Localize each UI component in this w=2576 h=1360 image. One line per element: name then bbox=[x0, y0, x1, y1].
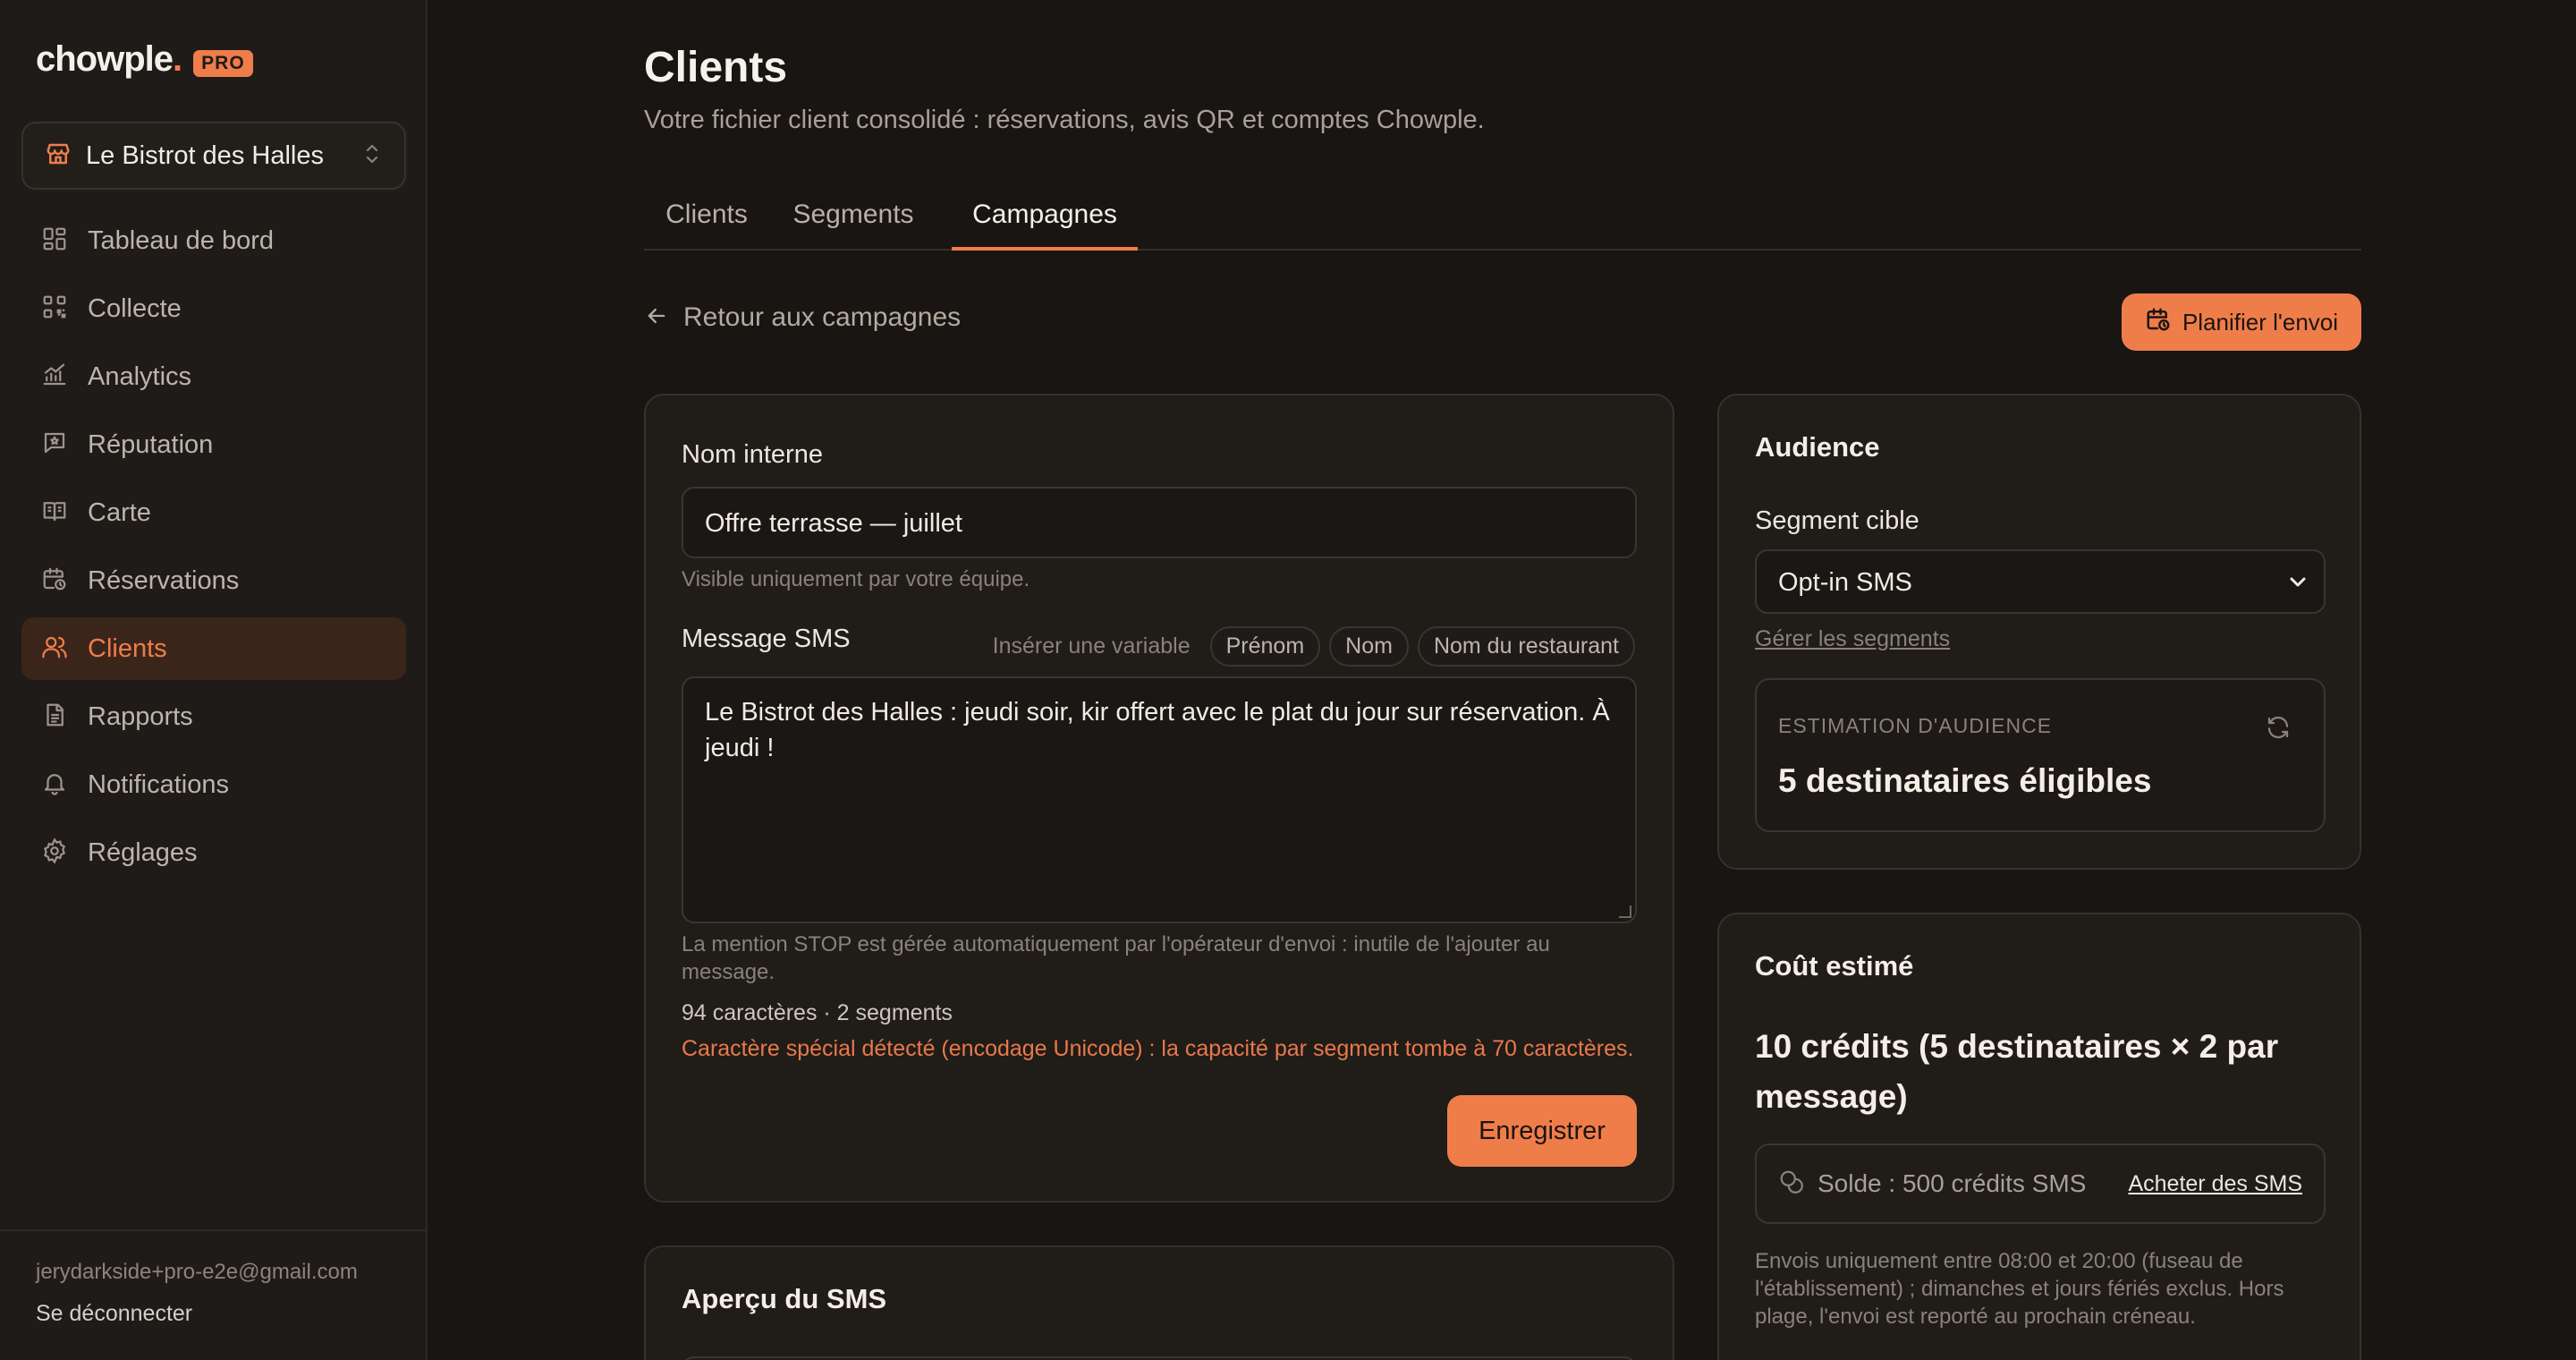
sidebar-item-label: Clients bbox=[88, 633, 167, 663]
sms-preview-title: Aperçu du SMS bbox=[682, 1283, 887, 1314]
tab-segments[interactable]: Segments bbox=[782, 175, 925, 251]
sms-balance-box: Solde : 500 crédits SMS Acheter des SMS bbox=[1755, 1143, 2326, 1224]
pro-badge: PRO bbox=[193, 49, 253, 77]
user-email: jerydarkside+pro-e2e@gmail.com bbox=[36, 1260, 358, 1284]
venue-name: Le Bistrot des Halles bbox=[86, 140, 324, 170]
gear-icon bbox=[41, 837, 68, 869]
sidebar-item-label: Réglages bbox=[88, 837, 198, 867]
sidebar-item-label: Analytics bbox=[88, 361, 192, 391]
audience-estimate-box: ESTIMATION D'AUDIENCE 5 destinataires él… bbox=[1755, 678, 2326, 832]
qr-code-icon bbox=[41, 293, 68, 325]
sidebar-item-collecte[interactable]: Collecte bbox=[21, 277, 406, 340]
sms-message-text: Le Bistrot des Halles : jeudi soir, kir … bbox=[705, 698, 1610, 762]
audience-title: Audience bbox=[1755, 431, 1880, 463]
page-title: Clients bbox=[644, 44, 788, 91]
refresh-icon[interactable] bbox=[2265, 714, 2292, 745]
back-to-campaigns-link[interactable]: Retour aux campagnes bbox=[644, 302, 961, 333]
brand-name: chowple bbox=[36, 39, 174, 79]
estimated-cost-value: 10 crédits (5 destinataires × 2 par mess… bbox=[1755, 1028, 2279, 1115]
bell-icon bbox=[41, 769, 68, 801]
store-icon bbox=[45, 140, 72, 172]
resize-handle-icon[interactable] bbox=[1619, 905, 1631, 918]
chevron-up-down-icon bbox=[361, 141, 383, 171]
unicode-warning: Caractère spécial détecté (encodage Unic… bbox=[682, 1036, 1634, 1061]
sms-preview-card: Aperçu du SMS bbox=[644, 1245, 1674, 1360]
audience-estimate-value: 5 destinataires éligibles bbox=[1778, 762, 2152, 799]
sidebar-nav: Tableau de bord Collecte Analytics Réput… bbox=[21, 209, 406, 889]
sidebar: chowple. PRO Le Bistrot des Halles Table… bbox=[0, 0, 428, 1360]
chart-icon bbox=[41, 361, 68, 393]
sidebar-item-label: Collecte bbox=[88, 293, 182, 323]
tab-clients[interactable]: Clients bbox=[644, 175, 769, 251]
sidebar-item-label: Rapports bbox=[88, 701, 193, 731]
menu-book-icon bbox=[41, 497, 68, 529]
coins-icon bbox=[1778, 1169, 1805, 1200]
schedule-send-button[interactable]: Planifier l'envoi bbox=[2122, 293, 2361, 351]
stop-mention-help: La mention STOP est gérée automatiquemen… bbox=[682, 932, 1550, 984]
brand-logo[interactable]: chowple. PRO bbox=[36, 39, 253, 80]
calendar-clock-icon bbox=[41, 565, 68, 597]
sms-balance-text: Solde : 500 crédits SMS bbox=[1818, 1169, 2087, 1197]
sidebar-item-reglages[interactable]: Réglages bbox=[21, 821, 406, 884]
variable-chip-prenom[interactable]: Prénom bbox=[1209, 626, 1321, 667]
audience-card: Audience Segment cible Opt-in SMS Gérer … bbox=[1717, 394, 2361, 870]
variable-chip-nom[interactable]: Nom bbox=[1329, 626, 1409, 667]
tab-bar: Clients Segments Campagnes bbox=[644, 175, 2361, 251]
sidebar-item-label: Réservations bbox=[88, 565, 240, 595]
insert-variable-label: Insérer une variable bbox=[992, 633, 1191, 659]
page-subtitle: Votre fichier client consolidé : réserva… bbox=[644, 106, 1485, 134]
message-star-icon bbox=[41, 429, 68, 461]
sidebar-footer: jerydarkside+pro-e2e@gmail.com Se déconn… bbox=[0, 1229, 426, 1356]
sidebar-item-tableau-de-bord[interactable]: Tableau de bord bbox=[21, 209, 406, 272]
back-link-label: Retour aux campagnes bbox=[683, 302, 962, 332]
sending-window-note: Envois uniquement entre 08:00 et 20:00 (… bbox=[1755, 1249, 2284, 1329]
sms-preview-box bbox=[682, 1356, 1637, 1360]
save-button[interactable]: Enregistrer bbox=[1447, 1095, 1637, 1167]
target-segment-value: Opt-in SMS bbox=[1778, 568, 1912, 597]
variable-chip-restaurant[interactable]: Nom du restaurant bbox=[1417, 626, 1635, 667]
sidebar-item-carte[interactable]: Carte bbox=[21, 481, 406, 544]
estimated-cost-card: Coût estimé 10 crédits (5 destinataires … bbox=[1717, 913, 2361, 1360]
calendar-clock-icon bbox=[2145, 306, 2172, 339]
character-counter: 94 caractères · 2 segments bbox=[682, 1000, 953, 1025]
chevron-down-icon bbox=[2288, 551, 2308, 639]
dashboard-icon bbox=[41, 225, 68, 257]
arrow-left-icon bbox=[644, 303, 669, 333]
internal-name-help: Visible uniquement par votre équipe. bbox=[682, 567, 1030, 591]
insert-variable-row: Insérer une variable Prénom Nom Nom du r… bbox=[993, 626, 1635, 667]
sidebar-item-notifications[interactable]: Notifications bbox=[21, 753, 406, 816]
sidebar-item-clients[interactable]: Clients bbox=[21, 617, 406, 680]
sidebar-item-label: Tableau de bord bbox=[88, 225, 274, 255]
target-segment-label: Segment cible bbox=[1755, 506, 1919, 535]
sidebar-item-reputation[interactable]: Réputation bbox=[21, 413, 406, 476]
schedule-send-label: Planifier l'envoi bbox=[2182, 308, 2339, 336]
sms-message-label: Message SMS bbox=[682, 625, 851, 653]
internal-name-input[interactable]: Offre terrasse — juillet bbox=[682, 487, 1637, 558]
document-icon bbox=[41, 701, 68, 733]
logout-link[interactable]: Se déconnecter bbox=[36, 1301, 390, 1327]
manage-segments-link[interactable]: Gérer les segments bbox=[1755, 626, 1950, 652]
sms-message-textarea[interactable]: Le Bistrot des Halles : jeudi soir, kir … bbox=[682, 676, 1637, 923]
users-icon bbox=[41, 633, 68, 665]
sidebar-item-rapports[interactable]: Rapports bbox=[21, 685, 406, 748]
campaign-editor-card: Nom interne Offre terrasse — juillet Vis… bbox=[644, 394, 1674, 1203]
sidebar-item-analytics[interactable]: Analytics bbox=[21, 345, 406, 408]
target-segment-select[interactable]: Opt-in SMS bbox=[1755, 549, 2326, 614]
venue-switcher[interactable]: Le Bistrot des Halles bbox=[21, 122, 406, 190]
internal-name-label: Nom interne bbox=[682, 440, 823, 469]
sidebar-item-label: Réputation bbox=[88, 429, 214, 459]
sidebar-item-label: Notifications bbox=[88, 769, 229, 799]
brand-dot: . bbox=[173, 39, 183, 79]
sidebar-item-label: Carte bbox=[88, 497, 151, 527]
estimated-cost-title: Coût estimé bbox=[1755, 950, 1914, 982]
sidebar-item-reservations[interactable]: Réservations bbox=[21, 549, 406, 612]
audience-estimate-label: ESTIMATION D'AUDIENCE bbox=[1778, 714, 2053, 737]
tab-campagnes[interactable]: Campagnes bbox=[952, 175, 1138, 251]
buy-sms-link[interactable]: Acheter des SMS bbox=[2128, 1171, 2302, 1197]
